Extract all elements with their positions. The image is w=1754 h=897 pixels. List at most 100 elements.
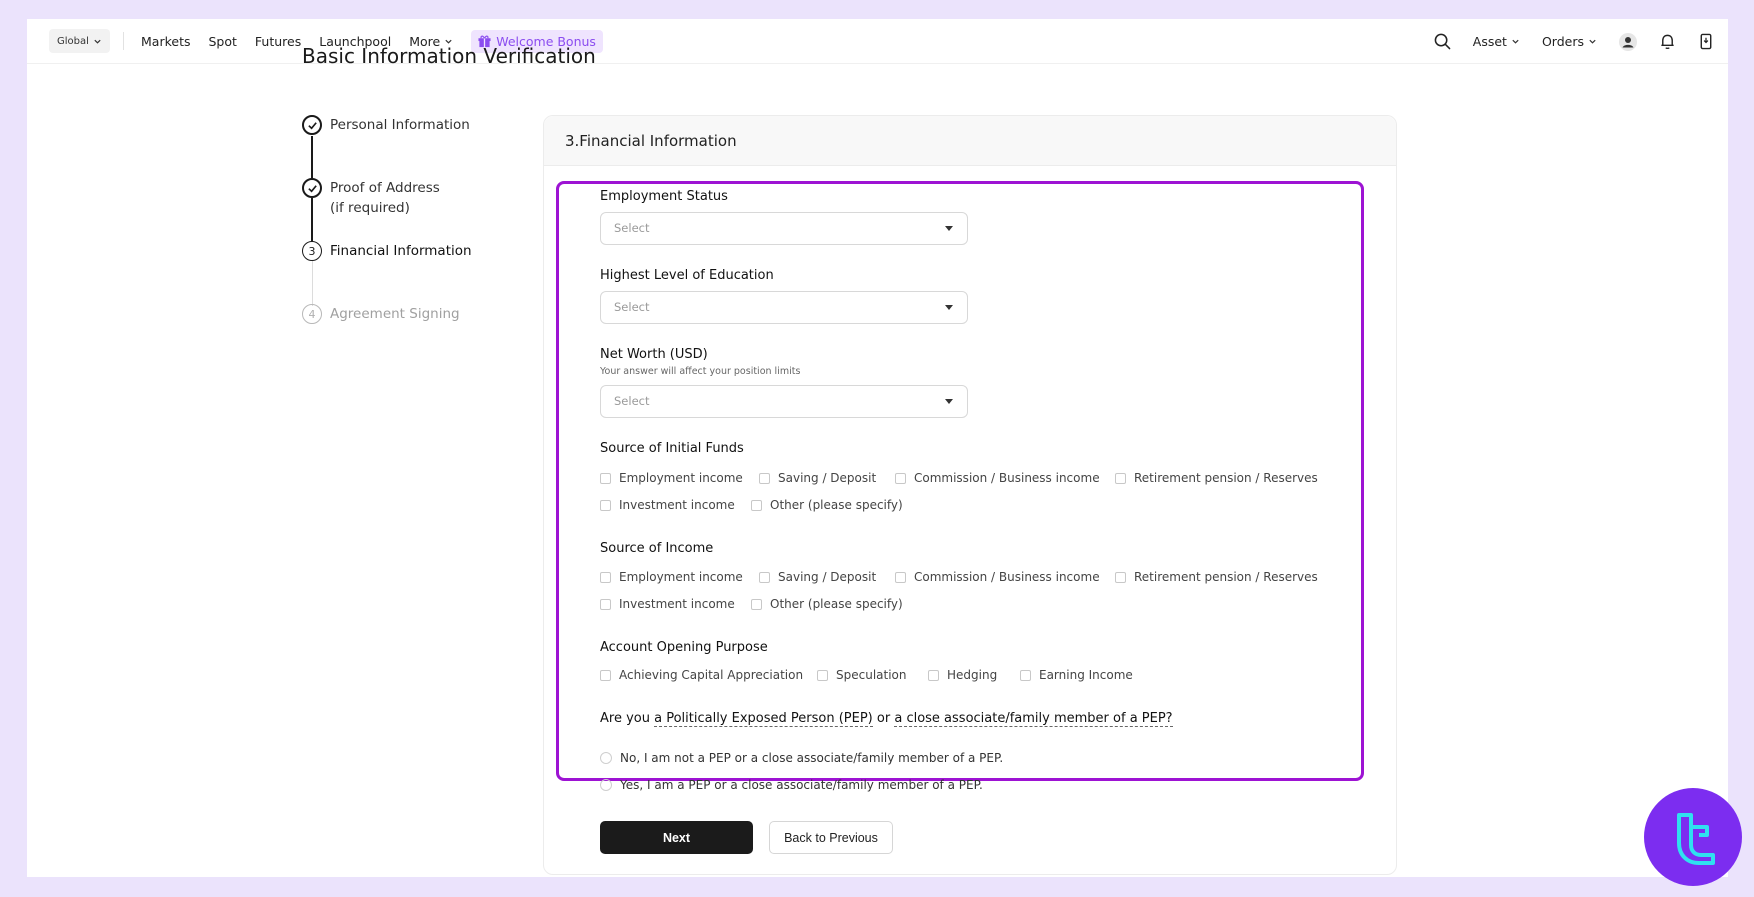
chevron-down-icon: [94, 39, 101, 44]
income-retirement-checkbox[interactable]: Retirement pension / Reserves: [1115, 570, 1318, 584]
pep-yes-radio[interactable]: Yes, I am a PEP or a close associate/fam…: [600, 778, 983, 792]
step-agreement-signing: 4 Agreement Signing: [302, 304, 460, 324]
checkbox-label: Saving / Deposit: [778, 471, 877, 485]
checkbox-label: Commission / Business income: [914, 471, 1100, 485]
checkbox-box: [759, 472, 770, 484]
initial-funds-employment-checkbox[interactable]: Employment income: [600, 471, 743, 485]
nav-asset-label: Asset: [1472, 34, 1507, 49]
net-worth-select[interactable]: Select: [600, 385, 968, 418]
check-icon: [302, 178, 322, 198]
nav-spot[interactable]: Spot: [208, 34, 236, 49]
checkbox-box: [751, 598, 762, 610]
income-other-checkbox[interactable]: Other (please specify): [751, 597, 903, 611]
step-financial-information: 3 Financial Information: [302, 241, 472, 261]
nav-markets[interactable]: Markets: [141, 34, 190, 49]
initial-funds-retirement-checkbox[interactable]: Retirement pension / Reserves: [1115, 471, 1318, 485]
step-number: 4: [302, 304, 322, 324]
purpose-capital-appreciation-checkbox[interactable]: Achieving Capital Appreciation: [600, 668, 803, 682]
checkbox-label: Saving / Deposit: [778, 570, 877, 584]
bell-icon[interactable]: [1659, 33, 1676, 50]
checkbox-box: [600, 571, 611, 583]
select-placeholder: Select: [614, 394, 650, 408]
step-label: Agreement Signing: [330, 306, 460, 322]
initial-funds-label: Source of Initial Funds: [600, 441, 744, 456]
region-label: Global: [57, 35, 89, 47]
checkbox-box: [600, 598, 611, 610]
nav-asset[interactable]: Asset: [1473, 34, 1520, 49]
radio-label: No, I am not a PEP or a close associate/…: [620, 751, 1004, 765]
nav-orders[interactable]: Orders: [1542, 34, 1597, 49]
income-employment-checkbox[interactable]: Employment income: [600, 570, 743, 584]
pep-definition-link[interactable]: a Politically Exposed Person (PEP): [654, 711, 873, 727]
next-button[interactable]: Next: [600, 821, 753, 854]
pep-question-mid: or: [872, 711, 895, 726]
checkbox-label: Other (please specify): [770, 498, 903, 512]
checkbox-label: Commission / Business income: [914, 570, 1100, 584]
income-investment-checkbox[interactable]: Investment income: [600, 597, 735, 611]
checkbox-label: Hedging: [947, 668, 998, 682]
checkbox-label: Employment income: [619, 570, 743, 584]
checkbox-label: Speculation: [836, 668, 907, 682]
step-sublabel: (if required): [330, 200, 410, 216]
logo-mark-icon: [1677, 813, 1715, 865]
download-app-icon[interactable]: [1698, 33, 1714, 50]
purpose-earning-income-checkbox[interactable]: Earning Income: [1020, 668, 1133, 682]
checkbox-box: [895, 571, 906, 583]
step-label: Proof of Address: [330, 180, 440, 196]
user-avatar-icon[interactable]: [1619, 32, 1637, 51]
education-select[interactable]: Select: [600, 291, 968, 324]
step-proof-of-address: Proof of Address (if required): [302, 178, 440, 218]
income-saving-checkbox[interactable]: Saving / Deposit: [759, 570, 876, 584]
page-title: Basic Information Verification: [302, 44, 596, 68]
top-navigation: Global Markets Spot Futures Launchpool M…: [27, 19, 1728, 64]
pep-question-prefix: Are you: [600, 711, 655, 726]
checkbox-label: Investment income: [619, 597, 735, 611]
checkbox-box: [895, 472, 906, 484]
checkbox-label: Achieving Capital Appreciation: [619, 668, 804, 682]
brand-logo: [1644, 788, 1742, 886]
search-icon[interactable]: [1434, 33, 1451, 50]
step-number: 3: [302, 241, 322, 261]
select-placeholder: Select: [614, 300, 650, 314]
purpose-label: Account Opening Purpose: [600, 640, 768, 655]
employment-status-label: Employment Status: [600, 189, 728, 204]
checkbox-box: [928, 669, 939, 681]
purpose-speculation-checkbox[interactable]: Speculation: [817, 668, 907, 682]
step-label: Financial Information: [330, 243, 472, 259]
back-to-previous-button[interactable]: Back to Previous: [769, 821, 893, 854]
income-commission-checkbox[interactable]: Commission / Business income: [895, 570, 1100, 584]
pep-associate-definition-link[interactable]: a close associate/family member of a PEP…: [894, 711, 1173, 727]
select-placeholder: Select: [614, 221, 650, 235]
radio-circle: [600, 752, 612, 764]
checkbox-box: [600, 669, 611, 681]
income-label: Source of Income: [600, 541, 714, 556]
purpose-hedging-checkbox[interactable]: Hedging: [928, 668, 997, 682]
checkbox-label: Earning Income: [1039, 668, 1133, 682]
checkbox-box: [1115, 472, 1126, 484]
initial-funds-other-checkbox[interactable]: Other (please specify): [751, 498, 903, 512]
nav-right: Asset Orders: [1434, 19, 1714, 64]
region-selector[interactable]: Global: [49, 29, 110, 53]
checkbox-box: [759, 571, 770, 583]
employment-status-select[interactable]: Select: [600, 212, 968, 245]
nav-futures[interactable]: Futures: [255, 34, 301, 49]
checkbox-box: [817, 669, 828, 681]
chevron-down-icon: [1589, 39, 1596, 44]
step-connector: [312, 261, 313, 306]
net-worth-hint: Your answer will affect your position li…: [600, 366, 801, 377]
radio-circle: [600, 779, 612, 791]
checkbox-box: [1020, 669, 1031, 681]
net-worth-label: Net Worth (USD): [600, 347, 708, 362]
nav-orders-label: Orders: [1541, 34, 1584, 49]
pep-no-radio[interactable]: No, I am not a PEP or a close associate/…: [600, 751, 1003, 765]
chevron-down-icon: [1512, 39, 1519, 44]
radio-label: Yes, I am a PEP or a close associate/fam…: [620, 778, 983, 792]
check-icon: [302, 115, 322, 135]
checkbox-label: Retirement pension / Reserves: [1134, 471, 1318, 485]
initial-funds-investment-checkbox[interactable]: Investment income: [600, 498, 735, 512]
checkbox-label: Investment income: [619, 498, 735, 512]
initial-funds-commission-checkbox[interactable]: Commission / Business income: [895, 471, 1100, 485]
checkbox-label: Employment income: [619, 471, 743, 485]
checkbox-label: Other (please specify): [770, 597, 903, 611]
initial-funds-saving-checkbox[interactable]: Saving / Deposit: [759, 471, 876, 485]
